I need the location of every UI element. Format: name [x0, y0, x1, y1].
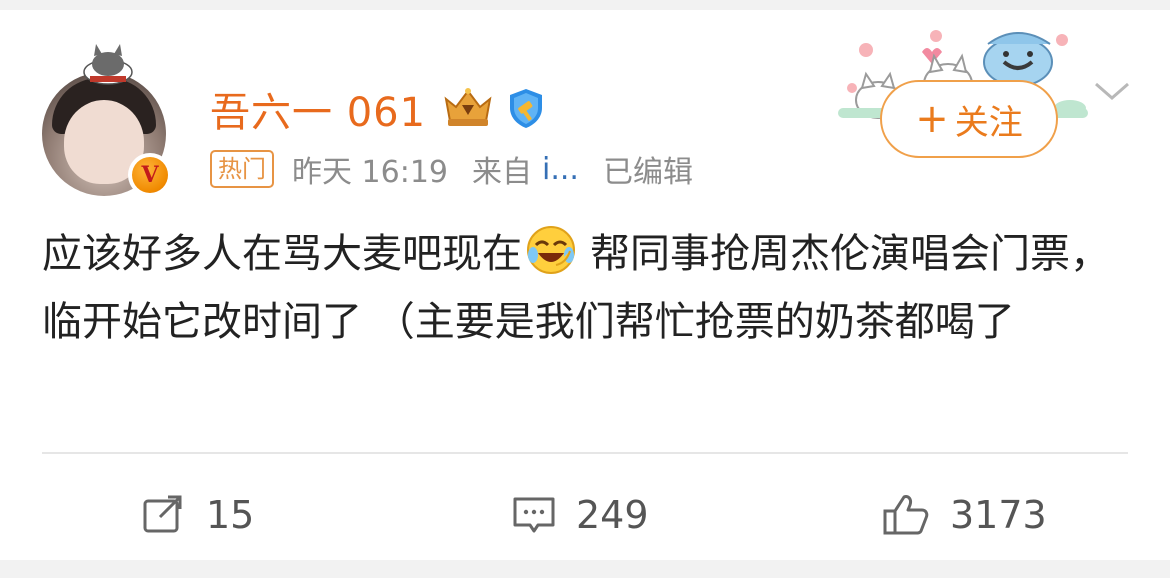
post-text-part1: 应该好多人在骂大麦吧现在	[42, 231, 522, 277]
like-button[interactable]: 3173	[882, 476, 1047, 554]
repost-count: 15	[206, 493, 255, 537]
cat-hat-icon	[83, 44, 133, 85]
weibo-post-card: V 吾六一 061 热门 昨天 16:19 来自 i... 已编辑 + 关注 应…	[0, 10, 1170, 560]
bottom-spacer	[0, 560, 1170, 578]
source-link[interactable]: i...	[542, 152, 579, 187]
post-meta: 热门 昨天 16:19 来自 i... 已编辑	[210, 147, 693, 191]
edited-label[interactable]: 已编辑	[603, 147, 693, 191]
comment-count: 249	[576, 493, 649, 537]
laughing-crying-emoji-icon	[527, 226, 575, 274]
source-prefix: 来自	[472, 155, 532, 190]
username[interactable]: 吾六一 061	[210, 80, 426, 138]
post-time: 昨天 16:19	[292, 155, 448, 190]
follow-button[interactable]: + 关注	[880, 80, 1058, 158]
repost-icon	[143, 495, 182, 533]
chevron-down-icon[interactable]	[1092, 76, 1132, 106]
action-bar: 15 249 3173	[0, 476, 1170, 554]
like-count: 3173	[950, 493, 1047, 537]
member-shield-icon	[510, 89, 542, 128]
post-text: 应该好多人在骂大麦吧现在 帮同事抢周杰伦演唱会门票，临开始它改时间了 （主要是我…	[42, 220, 1122, 356]
verified-badge-icon: V	[128, 153, 172, 197]
plus-icon: +	[915, 96, 949, 142]
repost-button[interactable]: 15	[142, 476, 254, 554]
comment-button[interactable]: 249	[512, 476, 649, 554]
crown-badge-icon	[444, 88, 492, 126]
comment-icon	[513, 497, 555, 533]
divider	[42, 452, 1128, 454]
thumbs-up-icon	[883, 495, 929, 535]
follow-label: 关注	[954, 102, 1023, 143]
hot-tag: 热门	[210, 150, 274, 188]
